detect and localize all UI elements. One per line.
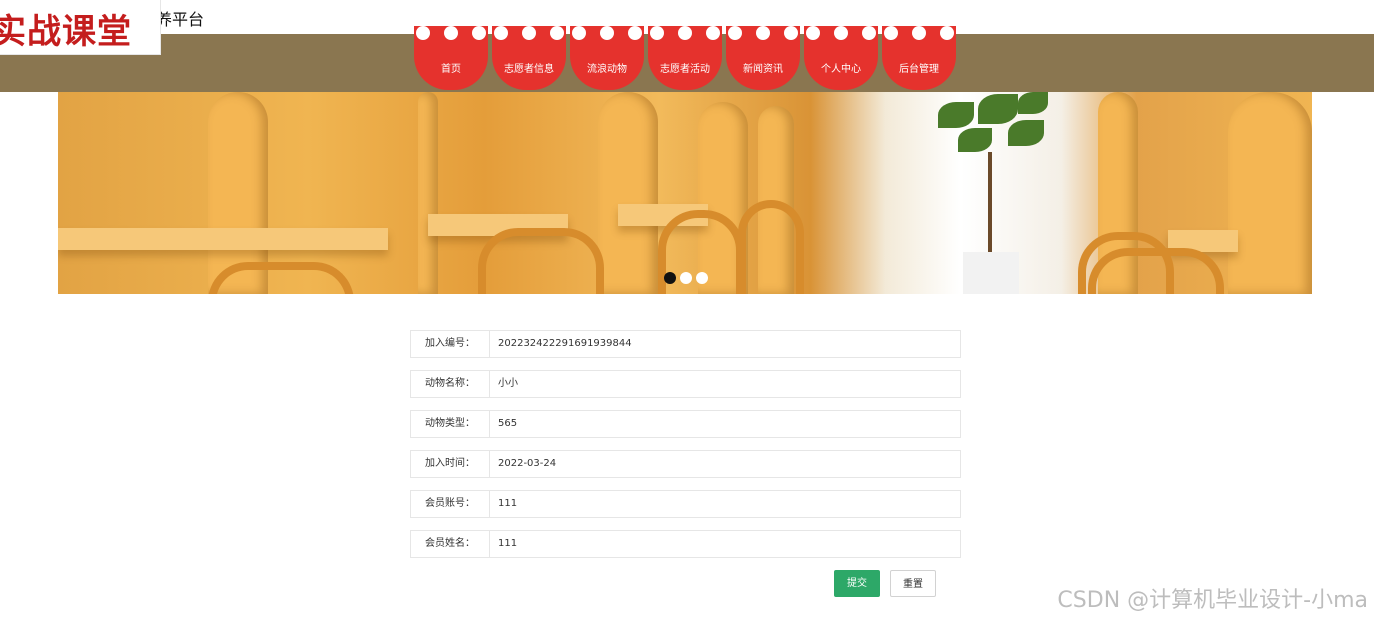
- nav-item-stray-animals[interactable]: 流浪动物: [570, 26, 644, 90]
- banner-panel: [1228, 92, 1312, 294]
- nav-item-admin[interactable]: 后台管理: [882, 26, 956, 90]
- banner-desk: [58, 228, 388, 250]
- main-nav: 首页 志愿者信息 流浪动物 志愿者活动 新闻资讯 个人中心 后台管理: [414, 26, 956, 90]
- nav-item-label: 个人中心: [821, 64, 861, 75]
- banner-plant-trunk: [988, 152, 992, 256]
- banner-leaf: [1018, 92, 1048, 114]
- banner-chair: [1088, 248, 1224, 294]
- join-id-label: 加入编号：: [410, 330, 489, 358]
- animal-name-label: 动物名称：: [410, 370, 489, 398]
- member-account-label: 会员账号：: [410, 490, 489, 518]
- form-actions: 提交 重置: [834, 570, 936, 597]
- animal-name-field[interactable]: [489, 370, 961, 398]
- carousel-dots: [664, 272, 708, 284]
- banner-panel: [598, 92, 658, 294]
- carousel-dot[interactable]: [696, 272, 708, 284]
- carousel-dot[interactable]: [680, 272, 692, 284]
- banner-leaf: [958, 128, 992, 152]
- nav-dot: [600, 26, 614, 40]
- nav-item-label: 志愿者信息: [504, 64, 554, 75]
- nav-dot: [628, 26, 642, 40]
- nav-dot: [494, 26, 508, 40]
- nav-dot: [472, 26, 486, 40]
- form-row-member-account: 会员账号：: [410, 490, 961, 518]
- banner-plant-pot: [963, 252, 1019, 294]
- nav-dot: [550, 26, 564, 40]
- carousel-dot[interactable]: [664, 272, 676, 284]
- member-name-field[interactable]: [489, 530, 961, 558]
- banner-chair: [738, 200, 804, 294]
- banner-chair: [478, 228, 604, 294]
- nav-dot: [912, 26, 926, 40]
- banner-leaf: [1008, 120, 1044, 146]
- banner-panel: [418, 92, 438, 294]
- nav-dot: [706, 26, 720, 40]
- animal-type-field[interactable]: [489, 410, 961, 438]
- form-row-animal-name: 动物名称：: [410, 370, 961, 398]
- nav-item-volunteer-activities[interactable]: 志愿者活动: [648, 26, 722, 90]
- nav-item-news[interactable]: 新闻资讯: [726, 26, 800, 90]
- banner-leaf: [978, 94, 1018, 124]
- form-row-join-id: 加入编号：: [410, 330, 961, 358]
- nav-item-personal-center[interactable]: 个人中心: [804, 26, 878, 90]
- banner-carousel[interactable]: [58, 92, 1312, 294]
- nav-dot: [756, 26, 770, 40]
- nav-item-home[interactable]: 首页: [414, 26, 488, 90]
- nav-dot: [678, 26, 692, 40]
- nav-dot: [806, 26, 820, 40]
- brand-logo[interactable]: 实战课堂: [0, 0, 161, 55]
- form-row-animal-type: 动物类型：: [410, 410, 961, 438]
- banner-leaf: [938, 102, 974, 128]
- nav-dot: [884, 26, 898, 40]
- brand-text: 实战课堂: [0, 12, 132, 52]
- nav-dot: [416, 26, 430, 40]
- form-row-member-name: 会员姓名：: [410, 530, 961, 558]
- nav-dot: [650, 26, 664, 40]
- nav-dot: [572, 26, 586, 40]
- nav-dot: [522, 26, 536, 40]
- reset-button[interactable]: 重置: [890, 570, 936, 597]
- nav-item-label: 志愿者活动: [660, 64, 710, 75]
- nav-item-label: 首页: [441, 64, 461, 75]
- nav-item-volunteer-info[interactable]: 志愿者信息: [492, 26, 566, 90]
- nav-dot: [784, 26, 798, 40]
- animal-type-label: 动物类型：: [410, 410, 489, 438]
- member-name-label: 会员姓名：: [410, 530, 489, 558]
- join-id-field[interactable]: [489, 330, 961, 358]
- form-row-join-time: 加入时间：: [410, 450, 961, 478]
- join-time-label: 加入时间：: [410, 450, 489, 478]
- nav-item-label: 后台管理: [899, 64, 939, 75]
- detail-form: 加入编号： 动物名称： 动物类型： 加入时间： 会员账号： 会员姓名：: [410, 330, 961, 570]
- watermark: CSDN @计算机毕业设计-小ma: [1057, 588, 1368, 613]
- nav-item-label: 新闻资讯: [743, 64, 783, 75]
- join-time-field[interactable]: [489, 450, 961, 478]
- nav-dot: [728, 26, 742, 40]
- nav-dot: [862, 26, 876, 40]
- nav-dot: [834, 26, 848, 40]
- banner-chair: [208, 262, 354, 294]
- nav-dot: [940, 26, 954, 40]
- nav-dot: [444, 26, 458, 40]
- nav-item-label: 流浪动物: [587, 64, 627, 75]
- submit-button[interactable]: 提交: [834, 570, 880, 597]
- member-account-field[interactable]: [489, 490, 961, 518]
